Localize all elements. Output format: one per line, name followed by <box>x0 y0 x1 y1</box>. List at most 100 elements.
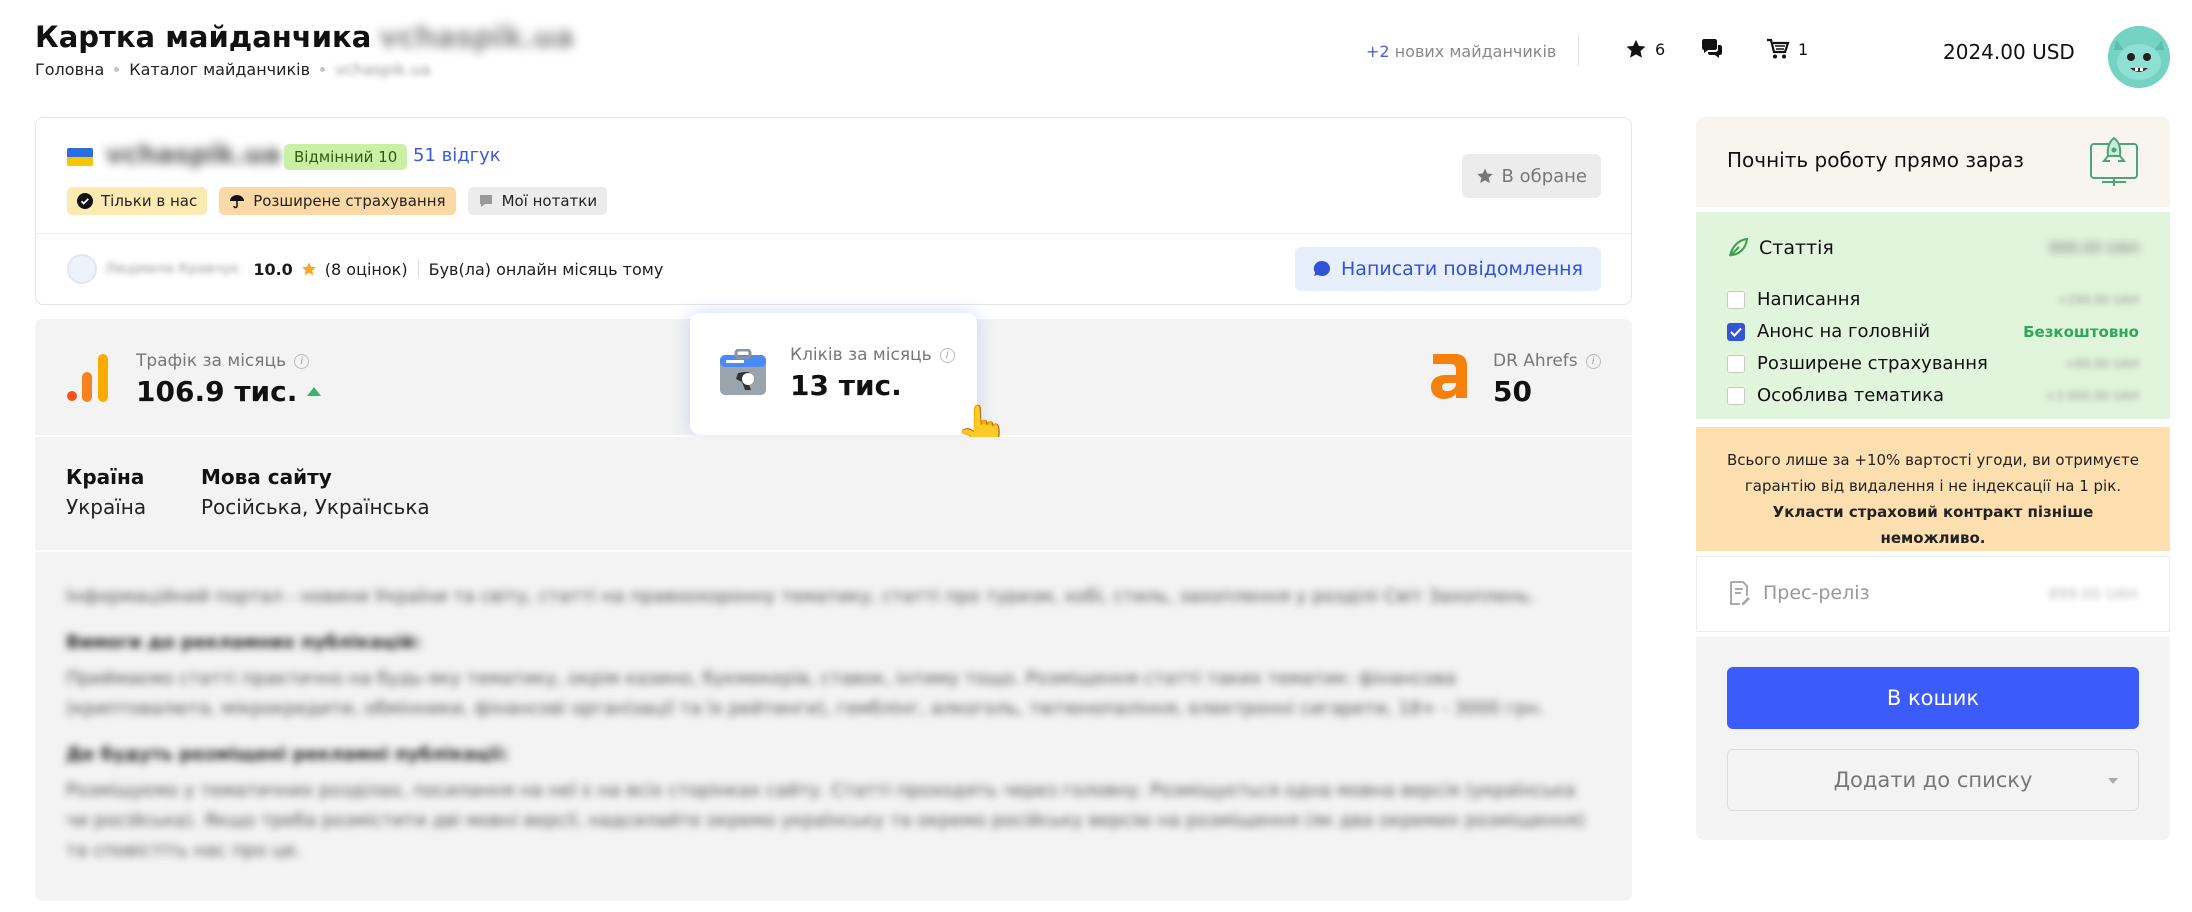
site-tags: Тільки в нас Розширене страхування Мої н… <box>67 187 608 215</box>
chat-icon <box>1702 39 1722 58</box>
traffic-stat: Трафік за місяць i 106.9 тис. <box>136 351 322 408</box>
header-divider <box>1578 36 1579 66</box>
owner-avatar[interactable] <box>67 254 97 284</box>
press-release-price: 899.00 UAH <box>2048 585 2138 603</box>
cart-count: 1 <box>1798 39 1809 59</box>
requirements-heading: Вимоги до рекламних публікацій: <box>66 632 421 653</box>
country-info: Країна Україна <box>66 465 146 519</box>
owner-online-status: Був(ла) онлайн місяць тому <box>428 259 664 279</box>
article-price: 899.00 UAH <box>2049 239 2139 257</box>
language-label: Мова сайту <box>201 465 332 489</box>
monster-avatar-icon <box>2108 26 2170 88</box>
breadcrumb-separator <box>320 67 326 72</box>
requirements-text: Приймаємо статті практично на будь-яку т… <box>66 668 1545 719</box>
option-insurance[interactable]: Розширене страхування +89.00 UAH <box>1727 353 2139 374</box>
site-description: Інформаційний портал - новини України та… <box>35 552 1632 901</box>
info-icon[interactable]: i <box>939 347 955 363</box>
insurance-notice: Всього лише за +10% вартості угоди, ви о… <box>1696 427 2170 551</box>
breadcrumb-current: vchaspik.ua <box>335 60 431 79</box>
page-title-text: Картка майданчика <box>35 20 372 54</box>
owner-name[interactable]: Людмила Кравчук <box>105 261 239 277</box>
star-icon <box>301 262 316 276</box>
breadcrumb-catalog[interactable]: Каталог майданчиків <box>129 60 310 79</box>
star-icon <box>1626 39 1646 58</box>
messages-button[interactable] <box>1700 38 1724 60</box>
order-actions: В кошик Додати до списку <box>1696 637 2170 840</box>
add-to-cart-button[interactable]: В кошик <box>1727 667 2139 729</box>
site-card: vchaspik.ua Відмінний 10 51 відгук Тільк… <box>35 117 1632 305</box>
new-sites-link[interactable]: +2 нових майданчиків <box>1366 42 1556 61</box>
ahrefs-icon <box>1431 354 1467 399</box>
checkmark-icon <box>1730 327 1742 337</box>
language-info: Мова сайту Російська, Українська <box>201 465 430 519</box>
start-now-title: Почніть роботу прямо зараз <box>1727 148 2024 172</box>
tag-exclusive-label: Тільки в нас <box>101 192 198 210</box>
star-icon <box>1476 168 1493 184</box>
article-row: Статтія 899.00 UAH <box>1727 237 2139 259</box>
user-avatar[interactable] <box>2108 26 2170 88</box>
special-topic-label: Особлива тематика <box>1757 385 1944 406</box>
language-value: Російська, Українська <box>201 495 430 519</box>
owner-score: 10.0 <box>253 259 293 279</box>
write-message-label: Написати повідомлення <box>1341 258 1583 280</box>
new-sites-label: нових майданчиків <box>1394 42 1557 61</box>
divider <box>417 260 419 278</box>
site-info-section: Країна Україна Мова сайту Російська, Укр… <box>35 437 1632 550</box>
document-edit-icon <box>1730 581 1750 605</box>
placement-heading: Де будуть розміщені рекламні публікації: <box>66 744 509 765</box>
ukraine-flag-icon <box>67 148 93 166</box>
check-circle-icon <box>77 193 93 209</box>
tag-notes-label: Мої нотатки <box>501 192 598 210</box>
special-topic-checkbox[interactable] <box>1727 386 1745 405</box>
insurance-price: +89.00 UAH <box>2064 356 2139 371</box>
clicks-stat: Кліків за місяць i 13 тис. <box>790 345 955 402</box>
reviews-link[interactable]: 51 відгук <box>413 145 501 166</box>
option-special-topic[interactable]: Особлива тематика +3 000.00 UAH <box>1727 385 2139 406</box>
press-release-option[interactable]: Прес-реліз 899.00 UAH <box>1696 556 2170 632</box>
special-topic-price: +3 000.00 UAH <box>2045 388 2139 403</box>
chevron-down-icon <box>2108 778 2118 784</box>
info-icon[interactable]: i <box>1585 353 1601 369</box>
site-name[interactable]: vchaspik.ua <box>106 140 281 170</box>
account-balance[interactable]: 2024.00 USD <box>1943 40 2075 64</box>
writing-checkbox[interactable] <box>1727 290 1745 309</box>
tag-notes[interactable]: Мої нотатки <box>467 187 608 215</box>
cart-icon <box>1767 38 1790 59</box>
press-release-label: Прес-реліз <box>1763 582 1870 604</box>
tag-exclusive[interactable]: Тільки в нас <box>67 187 208 215</box>
dr-stat: DR Ahrefs i 50 <box>1493 351 1601 408</box>
page-header: Картка майданчика vchaspik.ua Головна Кат… <box>0 0 2192 96</box>
breadcrumb-home[interactable]: Головна <box>35 60 104 79</box>
cart-button[interactable]: 1 <box>1766 38 1808 60</box>
add-to-list-dropdown[interactable]: Додати до списку <box>1727 749 2139 811</box>
clicks-value: 13 тис. <box>790 369 902 402</box>
note-icon <box>479 195 492 207</box>
page-title: Картка майданчика vchaspik.ua <box>35 20 574 54</box>
clicks-label: Кліків за місяць <box>790 345 932 365</box>
write-message-button[interactable]: Написати повідомлення <box>1295 247 1601 291</box>
add-to-favorites-button[interactable]: В обране <box>1461 154 1601 198</box>
country-label: Країна <box>66 465 145 489</box>
insurance-notice-text: Всього лише за +10% вартості угоди, ви о… <box>1727 451 2139 495</box>
announce-price: Безкоштовно <box>2023 322 2139 341</box>
umbrella-icon <box>230 195 245 209</box>
add-to-favorites-label: В обране <box>1501 165 1587 187</box>
announce-label: Анонс на головній <box>1757 321 1931 342</box>
clicks-stat-card[interactable]: Кліків за місяць i 13 тис. <box>690 313 977 435</box>
add-to-list-label: Додати до списку <box>1833 768 2033 792</box>
placement-text: Розміщуємо у тематичних розділах, посила… <box>66 780 1586 861</box>
article-options: Статтія 899.00 UAH Написання +299.00 UAH… <box>1696 212 2170 419</box>
announce-checkbox[interactable] <box>1727 322 1745 341</box>
tag-insurance[interactable]: Розширене страхування <box>219 187 456 215</box>
dr-value: 50 <box>1493 375 1532 408</box>
rocket-launch-icon <box>2090 136 2138 186</box>
option-writing[interactable]: Написання +299.00 UAH <box>1727 289 2139 310</box>
info-icon[interactable]: i <box>294 353 310 369</box>
article-label: Статтія <box>1759 237 1834 259</box>
start-now-box: Почніть роботу прямо зараз <box>1696 117 2170 207</box>
card-divider <box>36 233 1631 234</box>
owner-ratings-count: (8 оцінок) <box>324 259 408 279</box>
insurance-checkbox[interactable] <box>1727 354 1745 373</box>
favorites-button[interactable]: 6 <box>1625 38 1665 60</box>
option-announce[interactable]: Анонс на головній Безкоштовно <box>1727 321 2139 342</box>
